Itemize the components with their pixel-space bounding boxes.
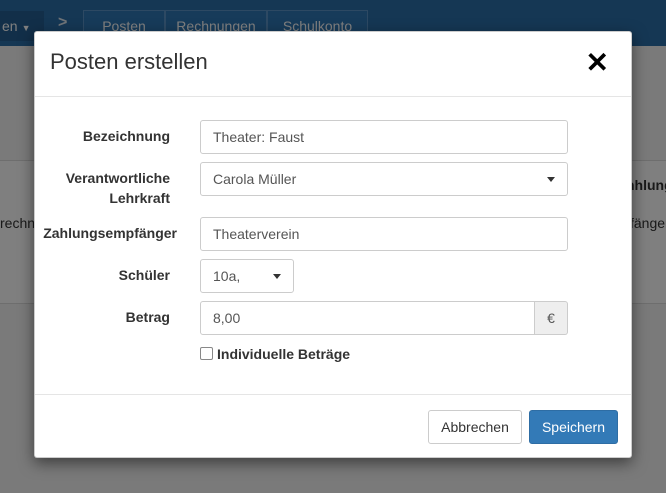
cancel-button[interactable]: Abbrechen [428, 410, 522, 444]
save-button[interactable]: Speichern [529, 410, 618, 444]
schueler-dropdown[interactable]: 10a, 10b [200, 259, 294, 316]
create-item-dialog: Posten erstellen ✕ Bezeichnung Theater: … [34, 31, 632, 458]
bezeichnung-label: Bezeichnung [82, 128, 170, 144]
modal-title: Posten erstellen [50, 49, 208, 74]
empfaenger-label: Zahlungsempfänger [43, 225, 177, 241]
betrag-input[interactable]: 8,00 [200, 301, 535, 335]
close-icon[interactable]: ✕ [586, 49, 609, 77]
bezeichnung-input[interactable]: Theater: Faust [200, 120, 568, 154]
betrag-label: Betrag [125, 309, 170, 325]
individuelle-betraege-checkbox[interactable] [200, 347, 213, 360]
lehrkraft-select[interactable]: Carola Müller [200, 162, 568, 196]
lehrkraft-label-line2: Lehrkraft [109, 190, 170, 206]
caret-down-icon [547, 177, 555, 182]
lehrkraft-label-line1: Verantwortliche [65, 170, 170, 186]
individuelle-betraege-label: Individuelle Beträge [217, 346, 351, 362]
modal-header: Posten erstellen ✕ [35, 32, 631, 97]
lehrkraft-label: Verantwortliche Lehrkraft [35, 168, 170, 208]
individuelle-betraege-option[interactable]: Individuelle Beträge [200, 345, 350, 365]
schueler-label: Schüler [118, 267, 170, 283]
lehrkraft-value: Carola Müller [213, 171, 297, 187]
caret-down-icon [273, 274, 281, 279]
currency-addon: € [535, 301, 568, 335]
modal-footer: Abbrechen Speichern [35, 394, 631, 458]
empfaenger-input[interactable]: Theaterverein [200, 217, 568, 251]
